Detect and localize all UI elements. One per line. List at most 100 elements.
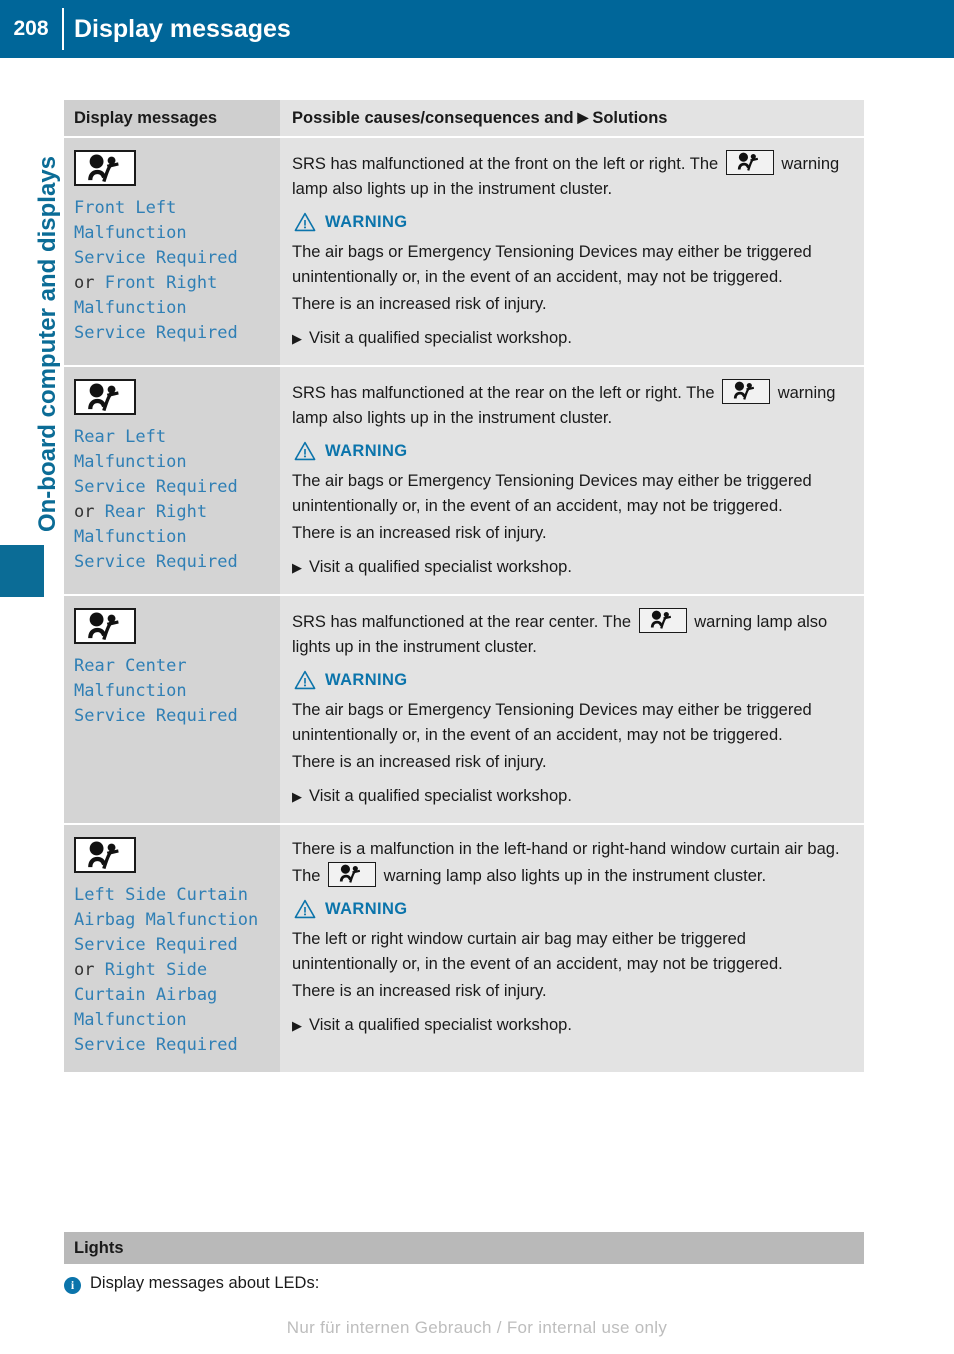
message-line: Malfunction [74,527,187,547]
message-line: Malfunction [74,452,187,472]
display-message-text: Rear Center Malfunction Service Required [74,654,272,729]
action-text: Visit a qualified specialist workshop. [309,1016,572,1034]
chapter-label: On-board computer and displays [34,155,61,533]
warning-paragraph: The left or right window curtain air bag… [292,930,783,973]
message-connector: or [74,502,105,522]
message-cell: Front Left Malfunction Service Required or … [64,138,280,365]
cause-text-before-icon: SRS has malfunctioned at the rear center… [292,613,632,631]
warning-label: WARNING [325,899,408,918]
message-cell: Rear Left Malfunction Service Required or R… [64,367,280,594]
footer-watermark: Nur für internen Gebrauch / For internal… [286,1318,668,1337]
warning-paragraph: The air bags or Emergency Tensioning Dev… [292,243,812,286]
message-line: Malfunction [74,223,187,243]
causes-solutions-cell: There is a malfunction in the left-hand … [280,825,864,1072]
airbag-warning-icon [74,837,136,873]
warning-paragraph: The air bags or Emergency Tensioning Dev… [292,701,812,744]
solution-arrow-icon: ▶ [577,109,589,125]
message-line: Rear Right [104,502,208,522]
message-line: Malfunction [74,298,187,318]
table-row: Front Left Malfunction Service Required or … [64,136,864,365]
table-header-row: Display messages Possible causes/consequ… [64,100,864,136]
message-cell: Rear Center Malfunction Service Required [64,596,280,823]
table-row: Left Side Curtain Airbag Malfunction Servi… [64,823,864,1072]
airbag-warning-icon [74,379,136,415]
message-line: Service Required [74,1035,238,1055]
solution-action: ▶ Visit a qualified specialist workshop. [292,1013,850,1038]
message-line: Front Left [74,198,177,218]
message-line: Left Side Curtain [74,885,248,905]
message-line: Front Right [104,273,218,293]
causes-solutions-cell: SRS has malfunctioned at the front on th… [280,138,864,365]
section-heading-lights: Lights [64,1232,864,1264]
action-arrow-icon: ▶ [292,789,302,804]
airbag-warning-lamp-icon [722,379,771,404]
cause-description: There is a malfunction in the left-hand … [292,837,850,889]
cause-text-after-icon: warning lamp also lights up in the instr… [383,867,767,885]
column-header-text-after: Solutions [592,108,668,127]
message-line: Malfunction [74,1010,187,1030]
airbag-warning-icon [74,608,136,644]
table-row: Rear Left Malfunction Service Required or R… [64,365,864,594]
warning-paragraph: There is an increased risk of injury. [292,753,547,771]
solution-action: ▶ Visit a qualified specialist workshop. [292,555,850,580]
warning-heading: WARNING [294,441,850,461]
action-arrow-icon: ▶ [292,560,302,575]
lights-note-text: Display messages about LEDs: [90,1274,320,1292]
warning-label: WARNING [325,441,408,460]
message-line: Service Required [74,552,238,572]
action-text: Visit a qualified specialist workshop. [309,558,572,576]
display-message-text: Front Left Malfunction Service Required or … [74,196,272,346]
action-arrow-icon: ▶ [292,331,302,346]
display-messages-table: Display messages Possible causes/consequ… [64,100,864,1072]
column-header-causes-solutions: Possible causes/consequences and ▶ Solut… [280,100,864,136]
causes-solutions-cell: SRS has malfunctioned at the rear center… [280,596,864,823]
action-text: Visit a qualified specialist workshop. [309,329,572,347]
cause-description: SRS has malfunctioned at the rear center… [292,608,850,660]
airbag-warning-lamp-icon [725,150,774,175]
solution-action: ▶ Visit a qualified specialist workshop. [292,326,850,351]
message-line: Service Required [74,248,238,268]
cause-description: SRS has malfunctioned at the rear on the… [292,379,850,431]
message-line: Service Required [74,935,238,955]
message-line: Service Required [74,477,238,497]
warning-heading: WARNING [294,670,850,690]
column-header-text-before: Possible causes/consequences and [292,108,574,127]
cause-description: SRS has malfunctioned at the front on th… [292,150,850,202]
display-message-text: Left Side Curtain Airbag Malfunction Servi… [74,883,272,1058]
cause-text-before-icon: SRS has malfunctioned at the rear on the… [292,384,715,402]
warning-paragraph: The air bags or Emergency Tensioning Dev… [292,472,812,515]
lights-note: i Display messages about LEDs: [64,1274,864,1294]
page-header-bar: 208 Display messages [0,0,954,58]
airbag-warning-icon [74,150,136,186]
warning-paragraph: There is an increased risk of injury. [292,982,547,1000]
table-row: Rear Center Malfunction Service Required SR… [64,594,864,823]
message-connector: or [74,960,105,980]
causes-solutions-cell: SRS has malfunctioned at the rear on the… [280,367,864,594]
solution-action: ▶ Visit a qualified specialist workshop. [292,784,850,809]
info-icon: i [64,1277,81,1294]
message-line: Service Required [74,323,238,343]
message-line: Malfunction [74,681,187,701]
message-connector: or [74,273,105,293]
page-title: Display messages [74,14,291,43]
action-text: Visit a qualified specialist workshop. [309,787,572,805]
column-header-display-messages: Display messages [64,100,280,136]
display-message-text: Rear Left Malfunction Service Required or R… [74,425,272,575]
message-cell: Left Side Curtain Airbag Malfunction Servi… [64,825,280,1072]
cause-text-before-icon: SRS has malfunctioned at the front on th… [292,155,719,173]
message-line: Service Required [74,706,238,726]
header-divider [62,8,64,50]
message-line: Rear Center [74,656,187,676]
warning-label: WARNING [325,670,408,689]
airbag-warning-lamp-icon [638,608,687,633]
message-line: Airbag Malfunction [74,910,259,930]
warning-heading: WARNING [294,899,850,919]
warning-heading: WARNING [294,212,850,232]
warning-paragraph: There is an increased risk of injury. [292,524,547,542]
page-number: 208 [13,17,49,40]
message-line: Curtain Airbag [74,985,218,1005]
warning-paragraph: There is an increased risk of injury. [292,295,547,313]
chapter-tab-marker [0,545,44,597]
warning-label: WARNING [325,212,408,231]
action-arrow-icon: ▶ [292,1018,302,1033]
